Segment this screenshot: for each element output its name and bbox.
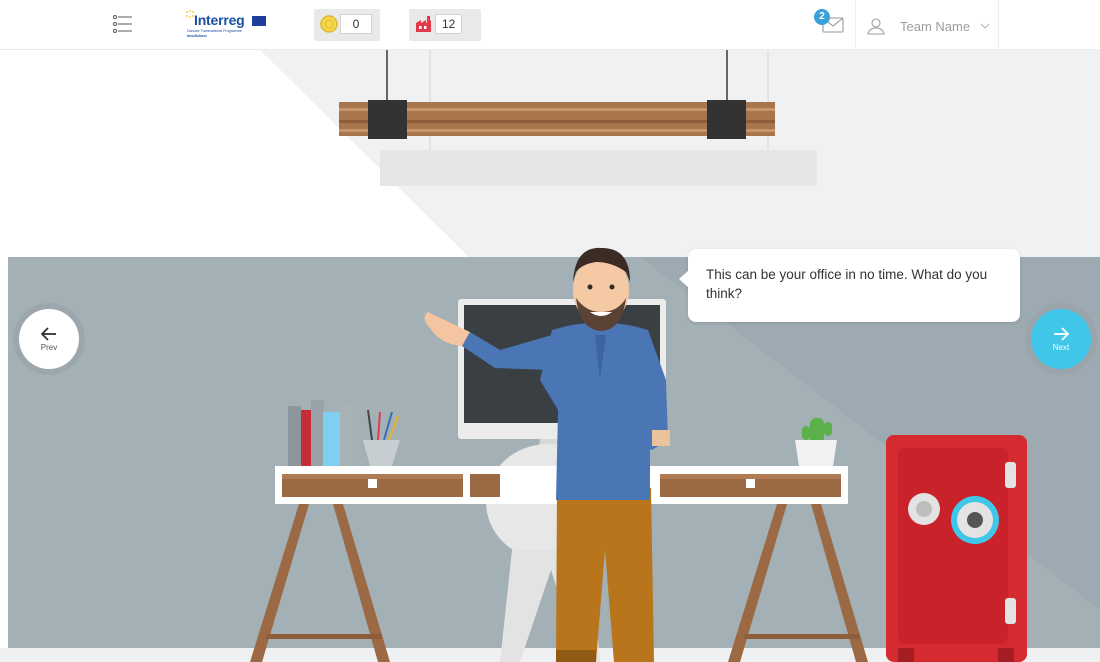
arrow-left-icon [41,326,56,341]
prev-button[interactable]: Prev [13,303,85,375]
team-menu[interactable]: Team Name [866,15,990,37]
chevron-down-icon [980,23,990,29]
eu-flag-icon [252,16,266,26]
team-name: Team Name [900,18,971,34]
office-scene: This can be your office in no time. What… [0,50,1100,662]
header-divider [855,0,856,50]
dialog-bubble: This can be your office in no time. What… [679,249,1020,322]
coins-value: 0 [340,14,372,34]
office-illustration [0,50,1100,662]
logo-wordmark: Interreg [194,12,245,28]
arrow-right-icon [1054,326,1069,341]
coins-counter: 0 [314,9,380,41]
factory-icon [416,16,431,32]
buildings-value: 12 [435,14,463,34]
next-button[interactable]: Next [1025,303,1097,375]
prev-button-face[interactable]: Prev [19,309,79,369]
prev-label: Prev [40,342,58,352]
next-button-face[interactable]: Next [1031,309,1091,369]
logo-programme: Danube Transnational Programme [187,29,242,33]
interreg-logo: Interreg Danube Transnational Programme … [185,10,273,42]
menu-list-icon[interactable] [112,13,134,35]
mail-button[interactable]: 2 [814,9,846,37]
next-label: Next [1052,342,1070,352]
mail-badge: 2 [814,9,830,25]
top-bar: Interreg Danube Transnational Programme … [0,0,1100,50]
buildings-counter: 12 [409,9,481,41]
logo-project: InnoSchool [187,34,207,38]
coin-icon [320,15,338,33]
header-divider-right [998,0,999,50]
user-icon [867,18,885,35]
dialog-text: This can be your office in no time. What… [706,267,988,301]
